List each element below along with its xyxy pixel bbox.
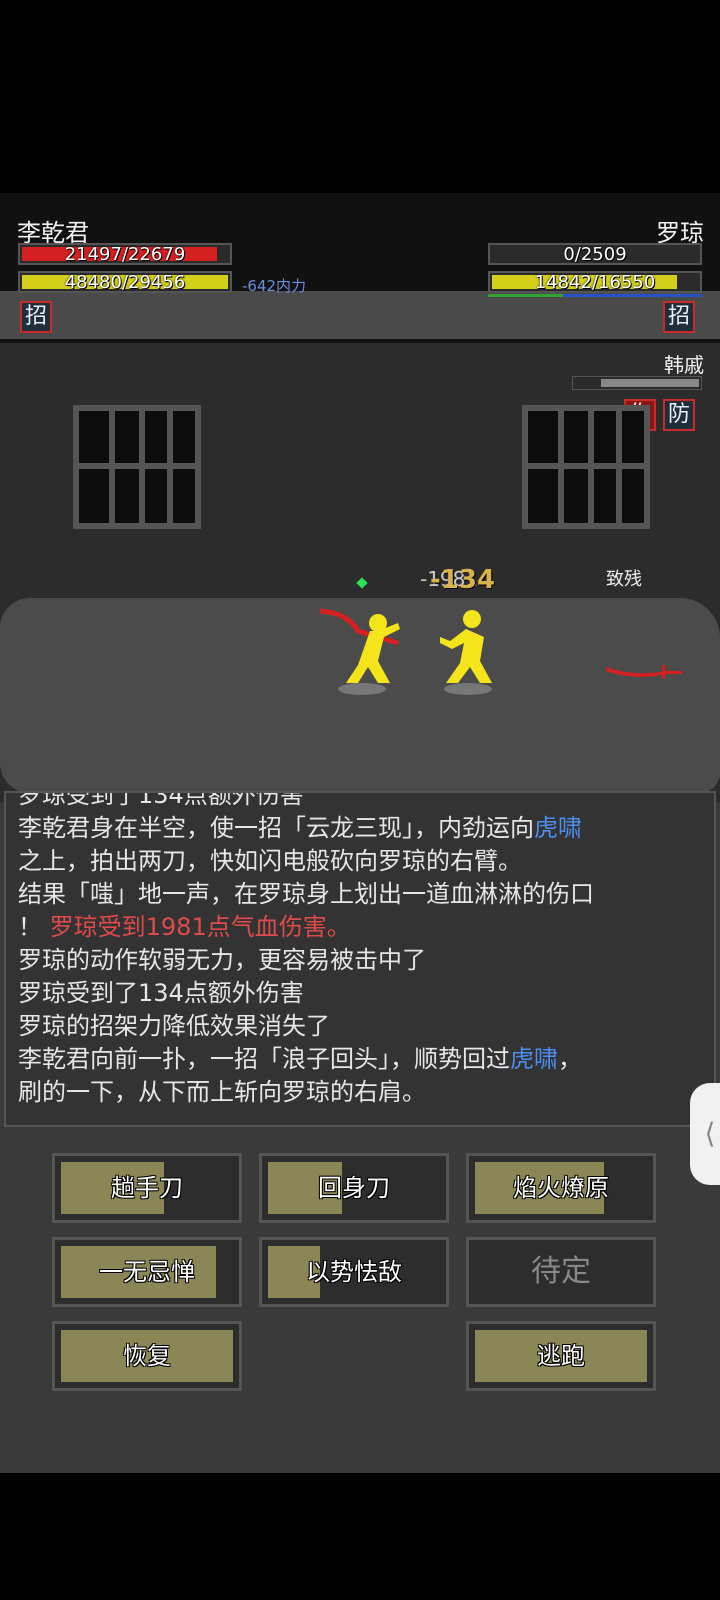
enemy-mp-text: 14842/16550 bbox=[534, 272, 656, 293]
player-neili-delta: -642内力 bbox=[242, 277, 307, 295]
enemy-mp-bar: 14842/16550 bbox=[488, 271, 702, 293]
skill-button: 待定 bbox=[466, 1237, 656, 1307]
enemy-underline-green bbox=[488, 294, 563, 297]
log-line: 结果「嗤」地一声，在罗琼身上划出一道血淋淋的伤口 bbox=[18, 878, 702, 911]
skill-label: 趟手刀 bbox=[111, 1174, 183, 1202]
battle-scene: 韩戚 伤 防 -1981 -134 致残 bbox=[0, 343, 720, 803]
player-zhao-tag[interactable]: 招 bbox=[20, 301, 52, 333]
damage-float: -134 bbox=[430, 565, 496, 595]
log-segment: 结果「嗤」地一声，在罗琼身上划出一道血淋淋的伤口 bbox=[18, 880, 594, 908]
battle-screen: 李乾君 21497/22679 48480/29456 -642内力 招 罗琼 … bbox=[0, 193, 720, 1473]
right-window bbox=[522, 405, 650, 529]
skill-button[interactable]: 回身刀 bbox=[259, 1153, 449, 1223]
player-fighter[interactable] bbox=[318, 603, 408, 693]
log-line: ！ 罗琼受到1981点气血伤害。 bbox=[18, 911, 702, 944]
log-segment: 虎啸 bbox=[510, 1045, 558, 1073]
ally-hp-track bbox=[601, 379, 699, 387]
player-mp-bar: 48480/29456 bbox=[18, 271, 232, 293]
skill-label: 恢复 bbox=[123, 1342, 171, 1370]
log-line: 罗琼受到了134点额外伤害 bbox=[18, 977, 702, 1010]
battle-header: 李乾君 21497/22679 48480/29456 -642内力 招 罗琼 … bbox=[0, 193, 720, 343]
player-shadow bbox=[338, 683, 386, 695]
skill-label: 逃跑 bbox=[537, 1342, 585, 1370]
log-segment: 李乾君身在半空，使一招「云龙三现」，内劲运向 bbox=[18, 814, 534, 842]
enemy-underline-blue bbox=[563, 294, 702, 297]
log-segment: 罗琼受到了134点额外伤害 bbox=[18, 791, 304, 809]
player-hp-text: 21497/22679 bbox=[64, 244, 186, 265]
enemy-zhao-tag[interactable]: 招 bbox=[663, 301, 695, 333]
sparkle-icon bbox=[356, 577, 368, 589]
enemy-hp-text: 0/2509 bbox=[563, 244, 627, 265]
status-crippled: 致残 bbox=[606, 569, 642, 590]
enemy-shadow bbox=[444, 683, 492, 695]
skill-button[interactable]: 趟手刀 bbox=[52, 1153, 242, 1223]
log-segment: 罗琼的招架力降低效果消失了 bbox=[18, 1012, 330, 1040]
skill-label: 焰火燎原 bbox=[513, 1174, 609, 1202]
enemy-fighter[interactable] bbox=[436, 607, 506, 687]
skill-label: 待定 bbox=[531, 1254, 591, 1289]
player-mp-text: 48480/29456 bbox=[64, 272, 186, 293]
enemy-hp-bar: 0/2509 bbox=[488, 243, 702, 265]
header-strip bbox=[0, 291, 720, 339]
log-line: 罗琼受到了134点额外伤害 bbox=[18, 791, 702, 812]
log-segment: 李乾君向前一扑，一招「浪子回头」，顺势回过 bbox=[18, 1045, 510, 1073]
ally-name: 韩戚 bbox=[664, 353, 704, 377]
log-segment: ， bbox=[558, 1045, 582, 1073]
skill-button[interactable]: 恢复 bbox=[52, 1321, 242, 1391]
skill-button[interactable]: 以势怯敌 bbox=[259, 1237, 449, 1307]
log-line: 罗琼的动作软弱无力，更容易被击中了 bbox=[18, 944, 702, 977]
left-window bbox=[73, 405, 201, 529]
ally-hp-bar bbox=[572, 376, 702, 390]
battle-log[interactable]: 罗琼受到了134点额外伤害 李乾君身在半空，使一招「云龙三现」，内劲运向虎啸 之上，… bbox=[4, 791, 716, 1127]
skill-panel: 趟手刀 回身刀 焰火燎原一无忌惮 以势怯敌 待定恢复 逃跑 bbox=[0, 1153, 720, 1443]
chevron-left-icon: ⟨ bbox=[704, 1117, 716, 1150]
log-line: 李乾君身在半空，使一招「云龙三现」，内劲运向虎啸 bbox=[18, 812, 702, 845]
log-line: 罗琼的招架力降低效果消失了 bbox=[18, 1010, 702, 1043]
log-segment: 罗琼的动作软弱无力，更容易被击中了 bbox=[18, 946, 426, 974]
log-segment: 罗琼受到1981点气血伤害。 bbox=[49, 913, 351, 941]
player-hp-bar: 21497/22679 bbox=[18, 243, 232, 265]
log-line: 刷的一下，从下而上斩向罗琼的右肩。 bbox=[18, 1076, 702, 1109]
ally-defense-tag[interactable]: 防 bbox=[663, 399, 695, 431]
log-segment: ！ bbox=[18, 913, 50, 941]
skill-label: 以势怯敌 bbox=[306, 1258, 402, 1286]
skill-button[interactable]: 逃跑 bbox=[466, 1321, 656, 1391]
skill-button[interactable]: 一无忌惮 bbox=[52, 1237, 242, 1307]
skill-button[interactable]: 焰火燎原 bbox=[466, 1153, 656, 1223]
skill-label: 一无忌惮 bbox=[99, 1258, 195, 1286]
side-drawer-handle[interactable]: ⟨ bbox=[690, 1083, 720, 1185]
log-segment: 罗琼受到了134点额外伤害 bbox=[18, 979, 304, 1007]
log-segment: 虎啸 bbox=[534, 814, 582, 842]
log-line: 李乾君向前一扑，一招「浪子回头」，顺势回过虎啸， bbox=[18, 1043, 702, 1076]
log-segment: 之上，拍出两刀，快如闪电般砍向罗琼的右臂。 bbox=[18, 847, 522, 875]
log-segment: 刷的一下，从下而上斩向罗琼的右肩。 bbox=[18, 1078, 426, 1106]
skill-label: 回身刀 bbox=[318, 1174, 390, 1202]
dropped-blade-icon bbox=[606, 665, 682, 679]
log-line: 之上，拍出两刀，快如闪电般砍向罗琼的右臂。 bbox=[18, 845, 702, 878]
